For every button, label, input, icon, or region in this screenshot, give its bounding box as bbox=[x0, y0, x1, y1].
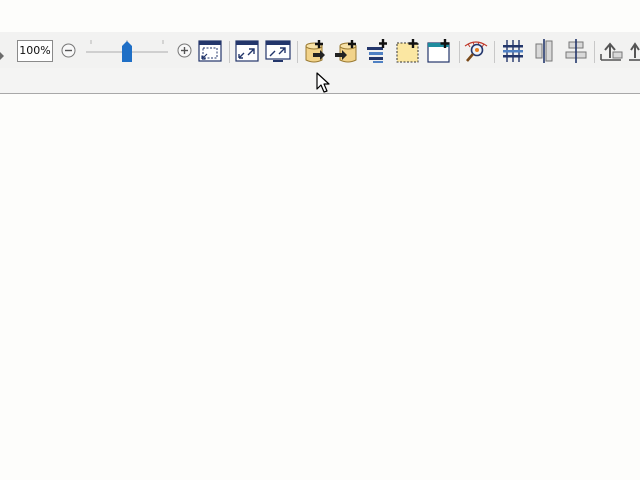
align-horizontal-icon[interactable] bbox=[563, 38, 589, 64]
toolbar-separator bbox=[494, 41, 495, 63]
zoom-in-icon[interactable] bbox=[177, 43, 192, 58]
align-vertical-icon[interactable] bbox=[532, 38, 558, 64]
toolbar-separator bbox=[229, 41, 230, 63]
toolbar-separator bbox=[297, 41, 298, 63]
add-row-icon[interactable] bbox=[365, 38, 391, 64]
add-table-left-icon[interactable] bbox=[303, 38, 329, 64]
zoom-out-icon[interactable] bbox=[61, 43, 76, 58]
expand-icon[interactable] bbox=[235, 40, 259, 62]
add-note-icon[interactable] bbox=[396, 38, 422, 64]
magnifier-inspect-icon[interactable] bbox=[463, 38, 489, 64]
add-window-icon[interactable] bbox=[427, 38, 453, 64]
move-up-2-icon[interactable] bbox=[628, 38, 640, 64]
canvas-area[interactable] bbox=[0, 94, 640, 480]
zoom-slider-thumb[interactable] bbox=[122, 41, 132, 62]
toolbar-separator bbox=[459, 41, 460, 63]
zoom-level-field[interactable]: 100% bbox=[17, 40, 53, 62]
add-table-right-icon[interactable] bbox=[334, 38, 360, 64]
toolbar-grip-icon[interactable] bbox=[0, 52, 4, 60]
move-up-icon[interactable] bbox=[598, 38, 624, 64]
fit-page-icon[interactable] bbox=[198, 40, 222, 62]
toolbar-separator bbox=[594, 41, 595, 63]
fullscreen-icon[interactable] bbox=[265, 40, 291, 64]
distribute-columns-icon[interactable] bbox=[500, 38, 526, 64]
mouse-cursor-icon bbox=[316, 72, 330, 93]
zoom-slider[interactable] bbox=[84, 38, 170, 64]
